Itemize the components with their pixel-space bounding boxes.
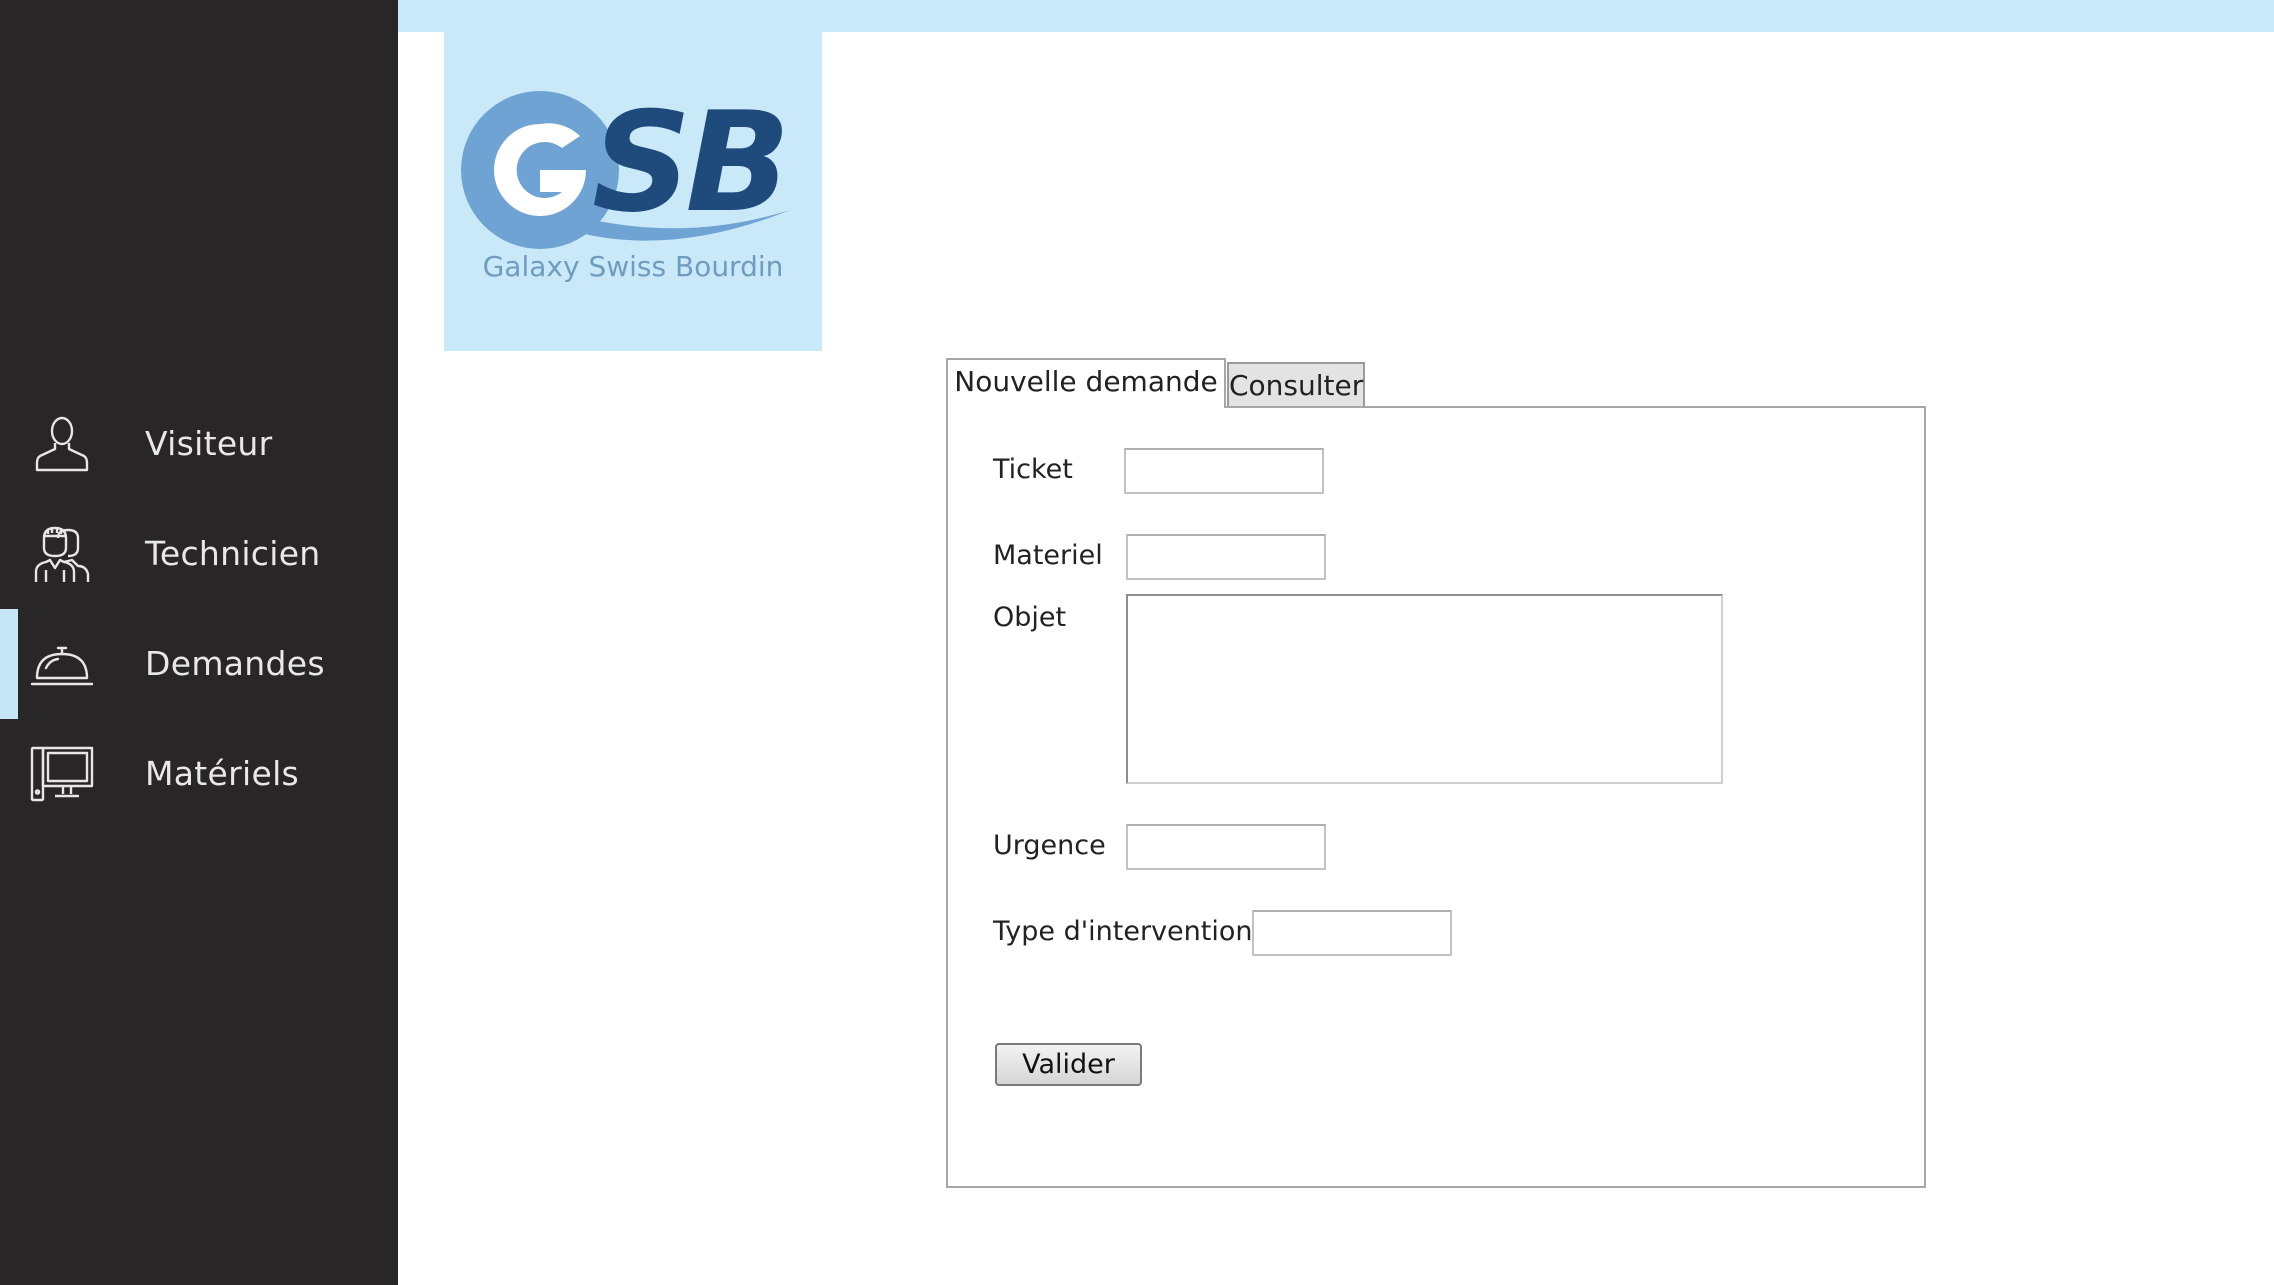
sidebar-item-materiels[interactable]: Matériels [0, 719, 398, 829]
valider-button[interactable]: Valider [995, 1043, 1142, 1086]
logo-subtitle: Galaxy Swiss Bourdin [482, 250, 784, 283]
sidebar-item-visiteur[interactable]: Visiteur [0, 389, 398, 499]
service-bell-icon [28, 634, 96, 694]
active-indicator [0, 609, 18, 719]
type-intervention-label: Type d'intervention [993, 916, 1253, 947]
sidebar-item-technicien[interactable]: Technicien [0, 499, 398, 609]
computer-icon [28, 744, 96, 804]
sidebar-item-label: Visiteur [145, 424, 273, 463]
sidebar-item-label: Matériels [145, 754, 300, 793]
tab-consulter[interactable]: Consulter [1227, 362, 1365, 408]
ticket-label: Ticket [993, 454, 1073, 485]
svg-text:SB: SB [592, 82, 785, 243]
urgence-input[interactable] [1126, 824, 1326, 870]
materiel-label: Materiel [993, 540, 1103, 571]
user-icon [28, 414, 96, 474]
top-bar [398, 0, 2274, 32]
objet-textarea[interactable] [1126, 594, 1723, 784]
gsb-logo: SB Galaxy Swiss Bourdin [444, 32, 822, 351]
sidebar-item-demandes[interactable]: Demandes [0, 609, 398, 719]
technicians-icon [28, 524, 96, 584]
type-intervention-input[interactable] [1252, 910, 1452, 956]
sidebar: Visiteur Technicien Demandes Matériels [0, 0, 398, 1285]
sidebar-item-label: Demandes [145, 644, 325, 683]
materiel-input[interactable] [1126, 534, 1326, 580]
objet-label: Objet [993, 602, 1067, 633]
ticket-input[interactable] [1124, 448, 1324, 494]
sidebar-item-label: Technicien [145, 534, 321, 573]
tab-nouvelle-demande[interactable]: Nouvelle demande [946, 358, 1226, 408]
urgence-label: Urgence [993, 830, 1106, 861]
